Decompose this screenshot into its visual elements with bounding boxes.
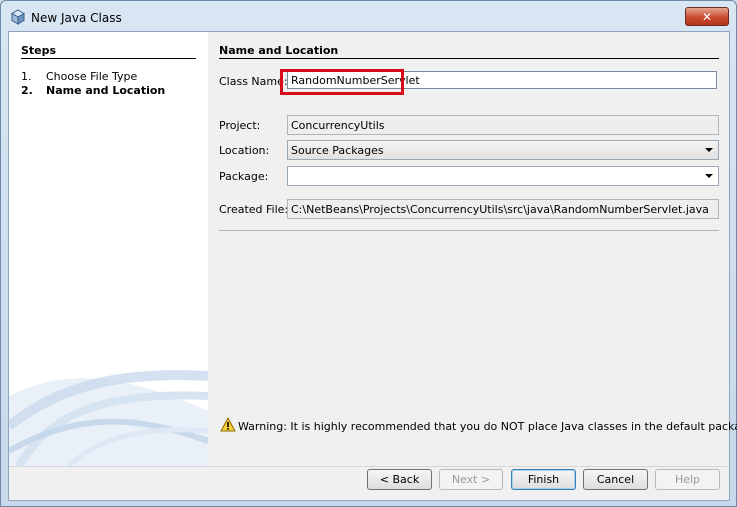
back-button[interactable]: < Back: [367, 469, 432, 490]
chevron-down-icon: [705, 148, 713, 152]
dialog-window: New Java Class ✕ Steps 1. Choose File Ty…: [0, 0, 737, 507]
finish-button[interactable]: Finish: [511, 469, 576, 490]
separator: [219, 230, 719, 231]
footer-divider: [9, 466, 729, 467]
chevron-down-icon: [705, 174, 713, 178]
location-value: Source Packages: [291, 144, 384, 157]
project-label: Project:: [219, 119, 261, 132]
steps-sidebar: Steps 1. Choose File Type 2. Name and Lo…: [9, 32, 208, 466]
location-dropdown[interactable]: Source Packages: [287, 140, 719, 160]
step-number: 1.: [21, 70, 32, 83]
next-button[interactable]: Next >: [439, 469, 503, 490]
step-number: 2.: [21, 84, 33, 97]
class-name-label: Class Name:: [219, 75, 288, 88]
cancel-button[interactable]: Cancel: [583, 469, 648, 490]
main-panel: Name and Location Class Name: RandomNumb…: [208, 32, 737, 466]
step-label: Name and Location: [46, 84, 166, 97]
warning-icon: [220, 417, 236, 432]
sidebar-swoosh-graphic: [9, 370, 208, 466]
help-button[interactable]: Help: [655, 469, 720, 490]
title-bar: New Java Class ✕: [1, 1, 736, 29]
netbeans-cube-icon: [11, 9, 25, 25]
location-label: Location:: [219, 144, 270, 157]
window-title: New Java Class: [31, 11, 122, 25]
project-field: ConcurrencyUtils: [287, 115, 719, 135]
panel-title: Name and Location: [219, 44, 719, 59]
steps-title: Steps: [21, 44, 196, 59]
created-file-field: C:\NetBeans\Projects\ConcurrencyUtils\sr…: [287, 199, 719, 219]
dialog-content: Steps 1. Choose File Type 2. Name and Lo…: [8, 31, 737, 501]
highlight-box: [280, 69, 404, 95]
warning-text: Warning: It is highly recommended that y…: [238, 420, 737, 433]
close-button[interactable]: ✕: [685, 7, 729, 26]
package-label: Package:: [219, 170, 269, 183]
close-icon: ✕: [701, 9, 713, 24]
created-file-label: Created File:: [219, 203, 289, 216]
package-combobox[interactable]: [287, 166, 719, 186]
step-label: Choose File Type: [46, 70, 138, 83]
